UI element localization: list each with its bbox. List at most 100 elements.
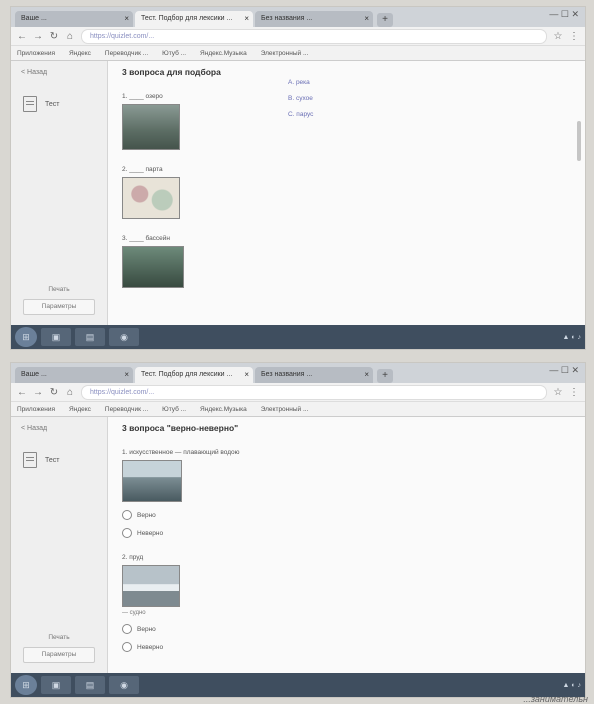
reload-icon[interactable]: ↻ bbox=[49, 387, 59, 398]
taskbar-app[interactable]: ▤ bbox=[75, 328, 105, 346]
scrollbar[interactable] bbox=[577, 121, 581, 161]
start-icon[interactable]: ⊞ bbox=[15, 327, 37, 347]
system-tray[interactable]: ▲ ◐ ♪ bbox=[562, 334, 581, 341]
answer-list: A. река B. сухое C. парус bbox=[288, 79, 313, 127]
taskbar-app[interactable]: ▣ bbox=[41, 328, 71, 346]
close-icon[interactable]: × bbox=[364, 11, 369, 27]
taskbar-app[interactable]: ◉ bbox=[109, 328, 139, 346]
radio-label: Неверно bbox=[137, 643, 164, 651]
question-image bbox=[122, 104, 180, 150]
document-icon bbox=[23, 452, 37, 468]
browser-tab[interactable]: Ваше ... × bbox=[15, 367, 133, 383]
radio-false[interactable]: Неверно bbox=[122, 528, 571, 538]
star-icon[interactable]: ☆ bbox=[553, 31, 563, 42]
new-tab-button[interactable]: + bbox=[377, 369, 393, 383]
section-heading: 3 вопроса для подбора bbox=[122, 67, 221, 77]
start-icon[interactable]: ⊞ bbox=[15, 675, 37, 695]
home-icon[interactable]: ⌂ bbox=[65, 31, 75, 42]
new-tab-button[interactable]: + bbox=[377, 13, 393, 27]
menu-icon[interactable]: ⋮ bbox=[569, 31, 579, 42]
bookmark-item[interactable]: Приложения bbox=[17, 406, 55, 413]
settings-button[interactable]: Параметры bbox=[23, 647, 95, 663]
sidebar-item-label: Тест bbox=[45, 456, 60, 464]
sidebar-back-link[interactable]: < Назад bbox=[11, 61, 107, 84]
question-image bbox=[122, 460, 182, 502]
bookmark-item[interactable]: Яндекс.Музыка bbox=[200, 50, 247, 57]
quiz-content: 3 вопроса для подбора 1. ____ озеро 2. _… bbox=[108, 61, 585, 325]
address-bar-row: ← → ↻ ⌂ https://quizlet.com/... ☆ ⋮ bbox=[11, 27, 585, 46]
reload-icon[interactable]: ↻ bbox=[49, 31, 59, 42]
radio-circle[interactable] bbox=[122, 528, 132, 538]
browser-tabbar: Ваше ... × Тест. Подбор для лексики ... ×… bbox=[11, 7, 585, 27]
question-label: 2. ____ парта bbox=[122, 166, 163, 173]
question-image bbox=[122, 177, 180, 219]
bookmark-item[interactable]: Электронный ... bbox=[261, 406, 309, 413]
url-field[interactable]: https://quizlet.com/... bbox=[81, 384, 547, 400]
url-field[interactable]: https://quizlet.com/... bbox=[81, 28, 547, 44]
back-icon[interactable]: ← bbox=[17, 387, 27, 398]
bookmark-item[interactable]: Яндекс.Музыка bbox=[200, 406, 247, 413]
page-text-fragment: ...занимательн bbox=[523, 694, 588, 704]
browser-tab-active[interactable]: Тест. Подбор для лексики ... × bbox=[135, 11, 253, 27]
sidebar-item-test[interactable]: Тест bbox=[11, 440, 107, 480]
browser-tab[interactable]: Ваше ... × bbox=[15, 11, 133, 27]
radio-label: Верно bbox=[137, 511, 156, 519]
document-icon bbox=[23, 96, 37, 112]
print-link[interactable]: Печать bbox=[11, 286, 107, 293]
bookmark-item[interactable]: Яндекс bbox=[69, 406, 91, 413]
close-icon[interactable]: × bbox=[244, 11, 249, 27]
system-tray[interactable]: ▲ ◐ ♪ bbox=[562, 682, 581, 689]
sidebar-item-test[interactable]: Тест bbox=[11, 84, 107, 124]
taskbar-app[interactable]: ▤ bbox=[75, 676, 105, 694]
bookmarks-bar: Приложения Яндекс Переводчик ... Ютуб ..… bbox=[11, 402, 585, 417]
tab-label: Тест. Подбор для лексики ... bbox=[141, 371, 233, 378]
bookmark-item[interactable]: Электронный ... bbox=[261, 50, 309, 57]
answer-option[interactable]: A. река bbox=[288, 79, 313, 86]
bookmark-item[interactable]: Приложения bbox=[17, 50, 55, 57]
question-label: 3. ____ бассейн bbox=[122, 235, 171, 242]
quiz-content: 3 вопроса "верно-неверно" 1. искусственн… bbox=[108, 417, 585, 673]
menu-icon[interactable]: ⋮ bbox=[569, 387, 579, 398]
bookmark-item[interactable]: Ютуб ... bbox=[162, 50, 186, 57]
browser-tab[interactable]: Без названия ... × bbox=[255, 367, 373, 383]
sidebar-footer: Печать Параметры bbox=[11, 286, 107, 315]
taskbar-app[interactable]: ◉ bbox=[109, 676, 139, 694]
close-icon[interactable]: × bbox=[244, 367, 249, 383]
back-icon[interactable]: ← bbox=[17, 31, 27, 42]
tab-label: Ваше ... bbox=[21, 15, 47, 22]
star-icon[interactable]: ☆ bbox=[553, 387, 563, 398]
bookmark-item[interactable]: Яндекс bbox=[69, 50, 91, 57]
bookmark-item[interactable]: Переводчик ... bbox=[105, 50, 148, 57]
forward-icon[interactable]: → bbox=[33, 31, 43, 42]
browser-tab-active[interactable]: Тест. Подбор для лексики ... × bbox=[135, 367, 253, 383]
radio-false[interactable]: Неверно bbox=[122, 642, 571, 652]
radio-circle[interactable] bbox=[122, 510, 132, 520]
bookmark-item[interactable]: Ютуб ... bbox=[162, 406, 186, 413]
sidebar-item-label: Тест bbox=[45, 100, 60, 108]
forward-icon[interactable]: → bbox=[33, 387, 43, 398]
page: < Назад Тест Печать Параметры 3 вопроса … bbox=[11, 61, 585, 325]
browser-tab[interactable]: Без названия ... × bbox=[255, 11, 373, 27]
sidebar-back-link[interactable]: < Назад bbox=[11, 417, 107, 440]
close-icon[interactable]: × bbox=[364, 367, 369, 383]
answer-option[interactable]: B. сухое bbox=[288, 95, 313, 102]
close-icon[interactable]: × bbox=[124, 11, 129, 27]
window-controls[interactable]: — ☐ ✕ bbox=[549, 9, 579, 20]
bookmark-item[interactable]: Переводчик ... bbox=[105, 406, 148, 413]
taskbar-app[interactable]: ▣ bbox=[41, 676, 71, 694]
radio-true[interactable]: Верно bbox=[122, 510, 571, 520]
sidebar: < Назад Тест Печать Параметры bbox=[11, 61, 108, 325]
screenshot-top: Ваше ... × Тест. Подбор для лексики ... ×… bbox=[10, 6, 586, 350]
answer-option[interactable]: C. парус bbox=[288, 111, 313, 118]
radio-circle[interactable] bbox=[122, 624, 132, 634]
radio-circle[interactable] bbox=[122, 642, 132, 652]
window-controls[interactable]: — ☐ ✕ bbox=[549, 365, 579, 376]
radio-label: Неверно bbox=[137, 529, 164, 537]
settings-button[interactable]: Параметры bbox=[23, 299, 95, 315]
radio-true[interactable]: Верно bbox=[122, 624, 571, 634]
sidebar-footer: Печать Параметры bbox=[11, 634, 107, 663]
print-link[interactable]: Печать bbox=[11, 634, 107, 641]
home-icon[interactable]: ⌂ bbox=[65, 387, 75, 398]
close-icon[interactable]: × bbox=[124, 367, 129, 383]
radio-label: Верно bbox=[137, 625, 156, 633]
